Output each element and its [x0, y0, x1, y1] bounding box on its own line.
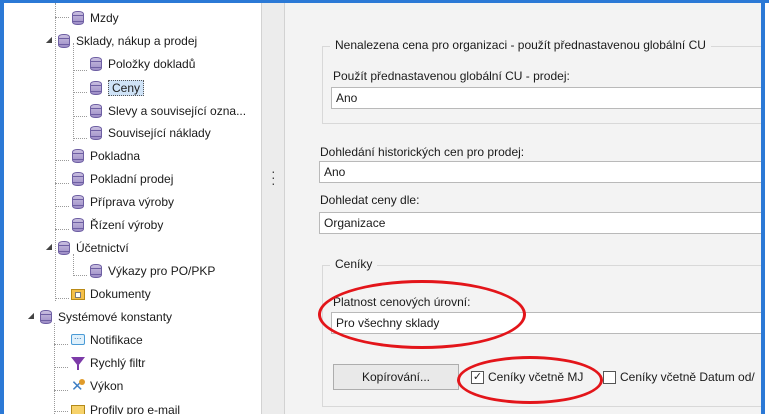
window-frame — [0, 0, 765, 414]
